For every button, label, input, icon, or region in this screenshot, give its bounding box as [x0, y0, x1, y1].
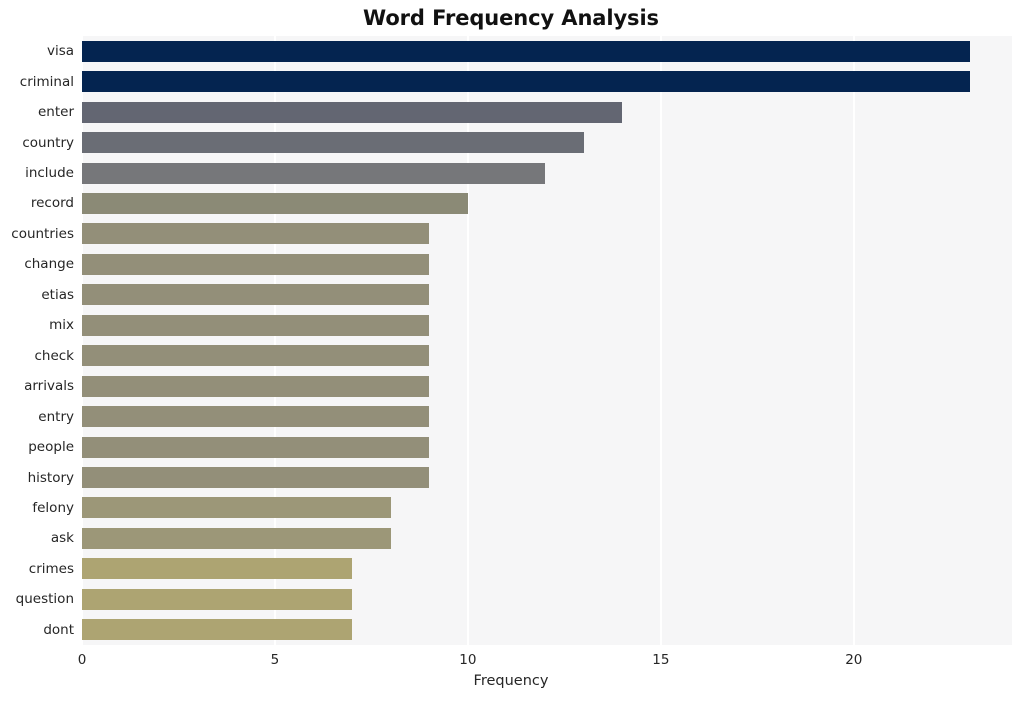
- bar-visa: [82, 40, 970, 62]
- bar-include: [82, 162, 546, 184]
- y-tick-label-dont: dont: [43, 621, 74, 638]
- bar-row: [82, 101, 1012, 123]
- y-axis-tick-labels: visa criminal enter country include record cou…: [0, 36, 74, 645]
- x-tick-label-15: 15: [652, 652, 670, 668]
- bar-change: [82, 253, 430, 275]
- bar-row: [82, 527, 1012, 549]
- y-tick-label-history: history: [27, 469, 74, 486]
- bar-row: [82, 71, 1012, 93]
- bar-row: [82, 40, 1012, 62]
- bar-row: [82, 192, 1012, 214]
- bar-question: [82, 588, 353, 610]
- x-tick-label-5: 5: [270, 652, 280, 668]
- y-tick-label-record: record: [30, 195, 74, 212]
- bar-row: [82, 588, 1012, 610]
- bar-row: [82, 345, 1012, 367]
- y-tick-label-criminal: criminal: [19, 73, 74, 90]
- bar-row: [82, 406, 1012, 428]
- bar-crimes: [82, 558, 353, 580]
- page-title: Word Frequency Analysis: [363, 6, 659, 30]
- plot-area: [82, 36, 1012, 645]
- bar-dont: [82, 619, 353, 641]
- y-tick-label-crimes: crimes: [28, 560, 74, 577]
- y-tick-label-countries: countries: [11, 225, 74, 242]
- bar-history: [82, 467, 430, 489]
- bar-criminal: [82, 71, 970, 93]
- y-tick-label-question: question: [15, 591, 74, 608]
- bar-felony: [82, 497, 391, 519]
- bar-row: [82, 497, 1012, 519]
- y-tick-label-include: include: [25, 165, 74, 182]
- bar-row: [82, 375, 1012, 397]
- bar-row: [82, 436, 1012, 458]
- bar-entry: [82, 406, 430, 428]
- bar-row: [82, 132, 1012, 154]
- bar-mix: [82, 314, 430, 336]
- bar-record: [82, 192, 468, 214]
- bar-country: [82, 132, 584, 154]
- y-tick-label-arrivals: arrivals: [24, 378, 74, 395]
- bar-row: [82, 223, 1012, 245]
- x-tick-label-20: 20: [845, 652, 863, 668]
- x-axis-tick-labels: 0 5 10 15 20: [78, 645, 1012, 675]
- word-frequency-chart-figure: Word Frequency Analysis visa criminal ente…: [0, 0, 1022, 701]
- bar-check: [82, 345, 430, 367]
- y-tick-label-change: change: [24, 256, 74, 273]
- bar-etias: [82, 284, 430, 306]
- bar-row: [82, 467, 1012, 489]
- y-tick-label-mix: mix: [49, 317, 74, 334]
- x-tick-label-10: 10: [459, 652, 477, 668]
- bar-ask: [82, 527, 391, 549]
- y-tick-label-people: people: [28, 439, 74, 456]
- bar-row: [82, 162, 1012, 184]
- bar-row: [82, 253, 1012, 275]
- y-tick-label-felony: felony: [32, 499, 74, 516]
- y-tick-label-country: country: [22, 134, 74, 151]
- bars-container: [82, 36, 1012, 645]
- y-tick-label-entry: entry: [38, 408, 74, 425]
- bar-arrivals: [82, 375, 430, 397]
- x-tick-label-0: 0: [77, 652, 87, 668]
- bar-row: [82, 314, 1012, 336]
- bar-people: [82, 436, 430, 458]
- y-tick-label-enter: enter: [37, 104, 74, 121]
- bar-row: [82, 558, 1012, 580]
- y-tick-label-check: check: [34, 347, 74, 364]
- x-axis-title: Frequency: [473, 673, 549, 689]
- bar-row: [82, 619, 1012, 641]
- bar-countries: [82, 223, 430, 245]
- bar-row: [82, 284, 1012, 306]
- y-tick-label-ask: ask: [50, 530, 74, 547]
- bar-enter: [82, 101, 623, 123]
- y-tick-label-etias: etias: [41, 286, 74, 303]
- y-tick-label-visa: visa: [46, 43, 74, 60]
